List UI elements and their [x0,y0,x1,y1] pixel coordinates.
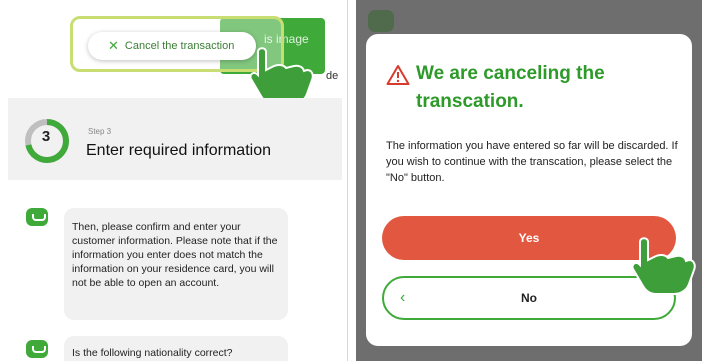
cancel-transaction-button[interactable]: ✕ Cancel the transaction [88,32,256,60]
panel-divider [347,0,348,361]
pointing-hand-icon [631,237,696,295]
right-screen: We are canceling the transcation. The in… [356,0,702,361]
green-tab-sub: de [326,70,339,82]
chat-message-text: Is the following nationality correct? [72,347,233,359]
yes-button-label: Yes [518,231,540,245]
chat-bubble-icon [368,10,394,32]
close-icon: ✕ [108,38,119,53]
chat-bubble-icon [26,340,48,358]
chevron-left-icon: ‹ [400,289,406,306]
cancel-dialog: We are canceling the transcation. The in… [366,34,692,346]
chat-message: Then, please confirm and enter your cust… [64,208,288,320]
step-number: 3 [41,128,51,145]
dialog-body: The information you have entered so far … [386,140,678,184]
chat-message-text: Then, please confirm and enter your cust… [72,221,278,289]
step-header: 3 Step 3 Enter required information [8,98,342,180]
no-button-label: No [521,291,537,305]
chat-area: Then, please confirm and enter your cust… [8,180,342,361]
warning-triangle-icon [386,65,410,85]
chat-bubble-icon [26,208,48,226]
dialog-title: We are canceling the transcation. [416,63,605,112]
cancel-transaction-label: Cancel the transaction [124,40,235,52]
step-label: Step 3 [88,127,112,136]
chat-message: Is the following nationality correct? [64,336,288,361]
step-title: Enter required information [86,142,271,159]
left-screen: is image de ✕ Cancel the transaction 3 S… [8,0,342,361]
